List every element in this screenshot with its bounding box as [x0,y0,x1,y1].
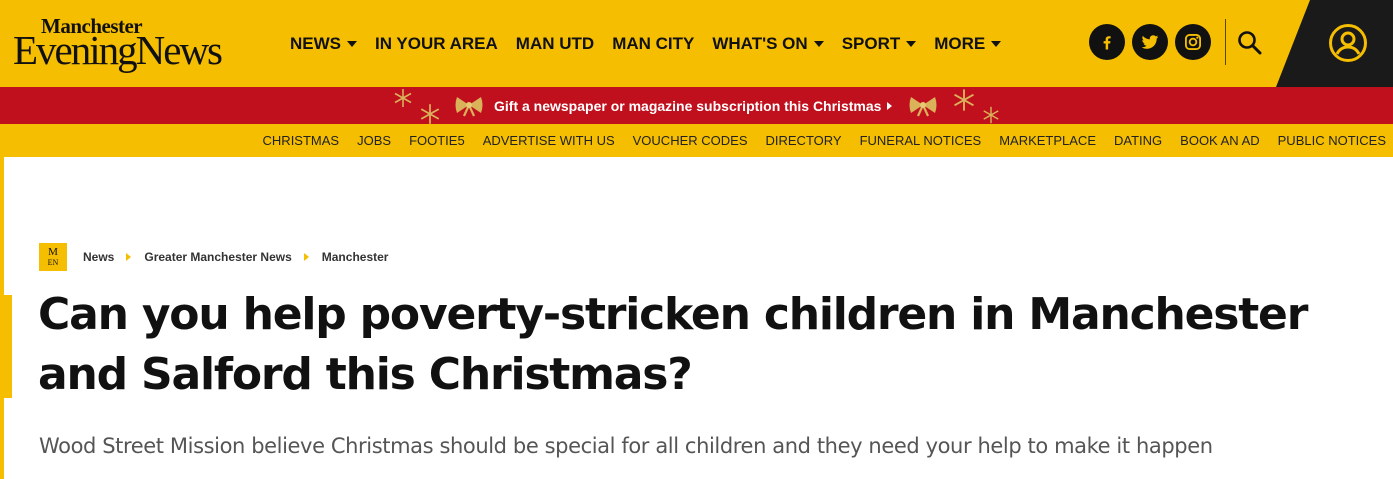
subnav-item-public-notices[interactable]: PUBLIC NOTICES [1278,133,1386,148]
badge-letter-top: M [48,245,58,258]
nav-item-more[interactable]: MORE [934,33,1002,54]
chevron-down-icon [813,40,824,47]
secondary-nav: CHRISTMAS JOBS FOOTIE5 ADVERTISE WITH US… [0,124,1393,157]
badge-letters: M EN [47,245,59,268]
breadcrumb-news[interactable]: News [83,250,114,264]
subnav-item-footie5[interactable]: FOOTIE5 [409,133,465,148]
nav-item-sport[interactable]: SPORT [842,34,917,54]
instagram-link[interactable] [1175,24,1211,60]
chevron-right-icon [887,101,893,110]
men-logo-icon[interactable]: M EN [39,243,67,271]
snowflake-icon [954,89,974,111]
bow-icon [455,97,483,117]
subnav-item-funeral-notices[interactable]: FUNERAL NOTICES [860,133,982,148]
nav-item-label: IN YOUR AREA [375,33,498,53]
promo-text: Gift a newspaper or magazine subscriptio… [494,97,882,114]
breadcrumb-greater-manchester-news[interactable]: Greater Manchester News [144,250,291,264]
nav-item-label: NEWS [290,33,341,53]
bow-icon [909,97,937,117]
nav-item-man-city[interactable]: MAN CITY [612,34,694,54]
nav-item-in-your-area[interactable]: IN YOUR AREA [375,34,498,54]
search-icon [1238,31,1262,55]
subnav-item-book-an-ad[interactable]: BOOK AN AD [1180,133,1259,148]
site-logo[interactable]: Manchester EveningNews [13,14,258,74]
nav-item-label: WHAT'S ON [712,33,808,53]
breadcrumb-manchester[interactable]: Manchester [322,250,389,264]
chevron-down-icon [347,40,357,47]
chevron-right-icon [126,253,132,261]
headline-accent-bar [4,295,12,398]
logo-main-text: EveningNews [13,27,223,73]
article-standfirst: Wood Street Mission believe Christmas sh… [39,434,1213,458]
christmas-promo-banner: Gift a newspaper or magazine subscriptio… [0,87,1393,124]
subnav-item-directory[interactable]: DIRECTORY [766,133,842,148]
badge-letter-bottom: EN [47,257,59,267]
subnav-item-marketplace[interactable]: MARKETPLACE [999,133,1096,148]
secondary-nav-list: CHRISTMAS JOBS FOOTIE5 ADVERTISE WITH US… [245,124,1386,157]
snowflake-icon [420,104,440,124]
nav-item-label: MAN UTD [515,33,595,53]
header-divider [1225,19,1226,65]
chevron-down-icon [906,40,917,47]
snowflake-icon [394,89,412,107]
twitter-link[interactable] [1132,24,1168,60]
nav-item-label: SPORT [841,33,901,53]
nav-item-whats-on[interactable]: WHAT'S ON [712,33,824,54]
main-nav: NEWS IN YOUR AREA MAN UTD MAN CITY WHAT'… [290,0,1019,87]
nav-item-news[interactable]: NEWS [290,34,357,54]
chevron-right-icon [303,253,309,261]
site-header: Manchester EveningNews NEWS IN YOUR AREA… [0,0,1393,87]
nav-item-label: MORE [934,33,986,53]
subnav-item-jobs[interactable]: JOBS [357,133,391,148]
nav-item-man-utd[interactable]: MAN UTD [516,34,594,54]
facebook-icon [1103,36,1111,50]
twitter-icon [1141,35,1159,49]
instagram-icon [1185,34,1201,50]
user-account-icon [1329,24,1367,62]
subnav-item-voucher-codes[interactable]: VOUCHER CODES [633,133,748,148]
nav-item-label: MAN CITY [612,33,695,53]
subnav-item-dating[interactable]: DATING [1114,133,1162,148]
user-account-button[interactable] [1328,23,1368,63]
facebook-link[interactable] [1089,24,1125,60]
breadcrumb: M EN News Greater Manchester News Manches… [39,243,388,271]
search-button[interactable] [1237,30,1263,56]
subnav-item-christmas[interactable]: CHRISTMAS [263,133,340,148]
subnav-item-advertise[interactable]: ADVERTISE WITH US [483,133,615,148]
article-headline: Can you help poverty-stricken children i… [38,289,1308,400]
snowflake-icon [983,106,999,124]
gift-subscription-link[interactable]: Gift a newspaper or magazine subscriptio… [494,87,893,124]
chevron-down-icon [991,40,1002,47]
